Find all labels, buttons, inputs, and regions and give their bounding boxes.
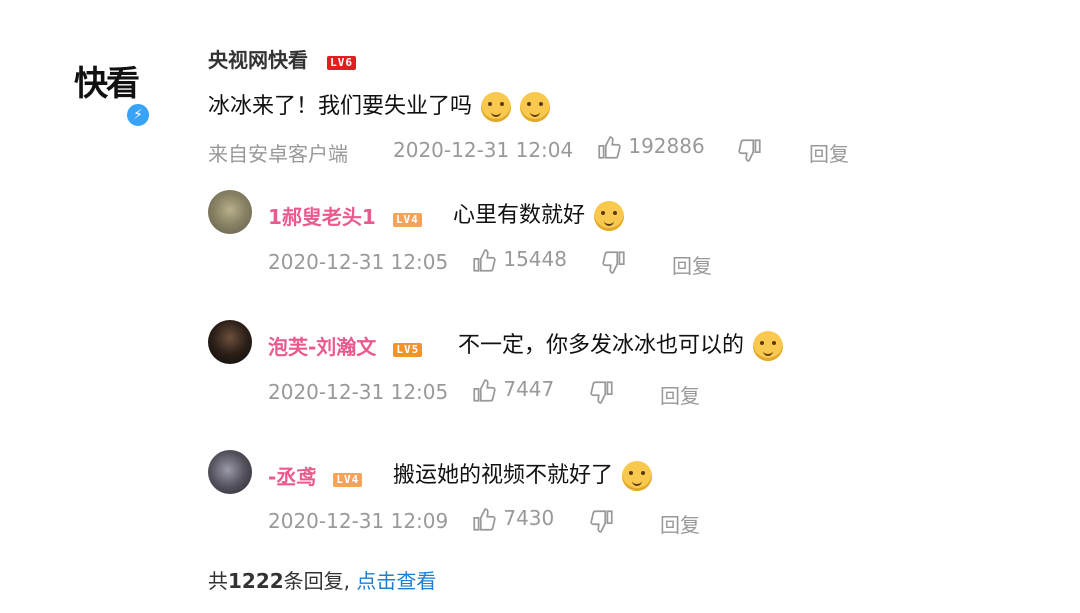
reply-header: -丞鸢 LV4: [268, 461, 363, 490]
reply-text: 心里有数就好: [453, 197, 625, 231]
doge-emoji-icon: [594, 201, 625, 231]
like-count: 15448: [503, 247, 567, 271]
reply-like-button[interactable]: 7430: [471, 506, 554, 533]
reply-username[interactable]: 1郝叟老头1: [268, 205, 376, 229]
reply-button[interactable]: 回复: [660, 380, 700, 409]
reply-dislike-button[interactable]: [589, 508, 615, 534]
level-badge: LV4: [392, 212, 422, 227]
level-badge: LV6: [327, 55, 356, 70]
main-dislike-button[interactable]: [737, 137, 763, 163]
comment-body: 冰冰来了！我们要失业了吗: [208, 94, 473, 119]
reply-text: 搬运她的视频不就好了: [393, 457, 653, 491]
reply-timestamp: 2020-12-31 12:05: [268, 380, 449, 404]
main-reply-button[interactable]: 回复: [809, 138, 849, 167]
footer-prefix: 共: [208, 569, 228, 593]
footer-suffix: 条回复,: [283, 569, 351, 593]
reply-count-footer: 共1222条回复, 点击查看: [208, 565, 436, 594]
thumbs-up-icon: [473, 507, 496, 531]
smile-emoji-icon: [753, 331, 784, 361]
level-badge: LV4: [333, 472, 363, 487]
thumbs-down-icon: [602, 251, 625, 274]
reply-button[interactable]: 回复: [672, 250, 712, 279]
thumbs-down-icon: [738, 139, 761, 162]
reply-body: 搬运她的视频不就好了: [393, 463, 614, 488]
avatar-logo-text: 快看: [74, 64, 140, 104]
reply-username[interactable]: -丞鸢: [268, 465, 316, 489]
reply-avatar[interactable]: [208, 450, 252, 494]
view-replies-link[interactable]: 点击查看: [356, 569, 436, 593]
thumbs-up-icon: [598, 135, 621, 159]
reply-username[interactable]: 泡芙-刘瀚文: [268, 335, 376, 359]
main-like-button[interactable]: 192886: [596, 134, 705, 161]
like-count: 7430: [503, 506, 555, 530]
main-comment-meta: 来自安卓客户端: [208, 138, 348, 167]
doge-emoji-icon: [481, 92, 512, 122]
doge-emoji-icon: [520, 92, 551, 122]
reply-timestamp: 2020-12-31 12:09: [268, 509, 449, 533]
doge-emoji-icon: [622, 461, 653, 491]
reply-timestamp: 2020-12-31 12:05: [268, 250, 449, 274]
verified-icon: ⚡: [125, 102, 151, 128]
reply-header: 1郝叟老头1 LV4: [268, 201, 422, 230]
main-username[interactable]: 央视网快看: [208, 48, 308, 72]
thumbs-down-icon: [590, 381, 613, 404]
reply-avatar[interactable]: [208, 190, 252, 234]
like-count: 192886: [628, 134, 705, 158]
avatar[interactable]: 快看 ⚡: [66, 60, 154, 132]
reply-like-button[interactable]: 7447: [471, 377, 554, 404]
main-comment-header: 央视网快看 LV6: [208, 44, 356, 73]
source-label: 来自安卓客户端: [208, 142, 348, 166]
main-comment-text: 冰冰来了！我们要失业了吗: [208, 88, 551, 122]
reply-body: 心里有数就好: [453, 203, 586, 228]
reply-header: 泡芙-刘瀚文 LV5: [268, 331, 423, 360]
reply-dislike-button[interactable]: [589, 379, 615, 405]
level-badge: LV5: [393, 342, 423, 357]
thumbs-up-icon: [473, 378, 496, 402]
reply-total: 1222: [228, 569, 284, 593]
reply-like-button[interactable]: 15448: [471, 247, 567, 274]
reply-avatar[interactable]: [208, 320, 252, 364]
reply-text: 不一定，你多发冰冰也可以的: [458, 327, 784, 361]
thumbs-down-icon: [590, 510, 613, 533]
reply-button[interactable]: 回复: [660, 509, 700, 538]
thumbs-up-icon: [473, 248, 496, 272]
reply-dislike-button[interactable]: [601, 249, 627, 275]
reply-body: 不一定，你多发冰冰也可以的: [458, 333, 745, 358]
main-timestamp: 2020-12-31 12:04: [393, 138, 574, 162]
like-count: 7447: [503, 377, 555, 401]
